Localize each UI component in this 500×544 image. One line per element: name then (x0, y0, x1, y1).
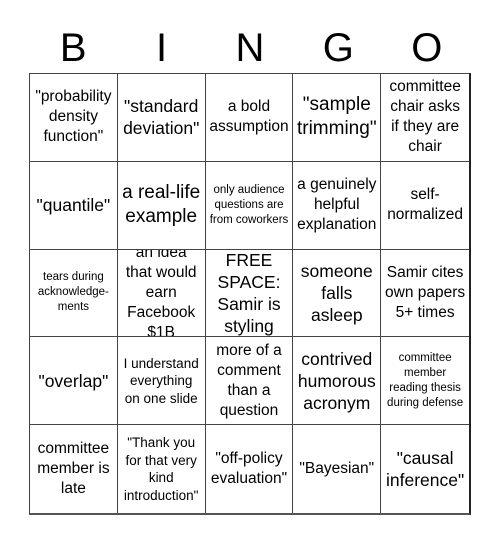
cell-text: only audience questions are from coworke… (209, 183, 289, 226)
header-letter-i: I (156, 26, 168, 70)
bingo-cell[interactable]: "overlap" (30, 337, 118, 426)
bingo-cell[interactable]: a genuinely helpful explanation (293, 161, 382, 250)
cell-text: "Thank you for that very kind introducti… (123, 435, 199, 503)
cell-text: "quantile" (36, 195, 111, 216)
bingo-cell[interactable]: an idea that would earn Facebook $1B (117, 249, 206, 338)
bingo-cell[interactable]: Samir cites own papers 5+ times (381, 250, 469, 338)
header-letter-g: G (322, 26, 354, 70)
header-letter-o: O (411, 26, 443, 70)
bingo-cell[interactable]: committee chair asks if they are chair (381, 74, 469, 162)
bingo-cell[interactable]: "quantile" (30, 161, 118, 250)
bingo-cell[interactable]: only audience questions are from coworke… (205, 161, 294, 250)
cell-text: "causal inference" (385, 448, 465, 491)
cell-text: an idea that would earn Facebook $1B (125, 249, 197, 338)
bingo-cell[interactable]: a bold assumption (205, 74, 294, 162)
cell-text: self-normalized (387, 186, 463, 224)
bingo-header: B I N G O (29, 26, 471, 70)
bingo-cell[interactable]: "Bayesian" (293, 425, 382, 513)
cell-text: tears during acknowledge-ments (37, 271, 109, 314)
cell-text: contrived humorous acronym (297, 348, 376, 413)
cell-text: "sample trimming" (296, 94, 377, 140)
cell-text: committee chair asks if they are chair (389, 78, 461, 156)
cell-text: a bold assumption (209, 98, 289, 136)
bingo-cell[interactable]: "sample trimming" (293, 74, 382, 162)
cell-text: a genuinely helpful explanation (297, 176, 377, 234)
cell-text: "overlap" (38, 370, 109, 391)
bingo-board: "probability density function" "standard… (29, 73, 471, 515)
header-letter-b: B (59, 26, 87, 70)
bingo-cell[interactable]: contrived humorous acronym (293, 337, 382, 426)
cell-text: someone falls asleep (300, 260, 373, 325)
cell-text: a real-life example (122, 182, 201, 228)
bingo-cell[interactable]: committee member reading thesis during d… (381, 337, 469, 426)
bingo-cell[interactable]: committee member is late (30, 425, 118, 513)
free-space-cell[interactable]: FREE SPACE: Samir is styling (205, 249, 294, 338)
bingo-cell[interactable]: I understand everything on one slide (117, 337, 206, 426)
bingo-cell[interactable]: "standard deviation" (117, 74, 206, 162)
cell-text: "Bayesian" (299, 460, 375, 478)
bingo-cell[interactable]: a real-life example (117, 161, 206, 250)
bingo-cell[interactable]: "probability density function" (30, 74, 118, 162)
cell-text: Samir cites own papers 5+ times (385, 263, 466, 321)
cell-text: committee member reading thesis during d… (387, 351, 464, 409)
cell-text: I understand everything on one slide (123, 355, 199, 406)
cell-text: committee member is late (37, 440, 110, 498)
cell-text: "off-policy evaluation" (210, 450, 288, 488)
bingo-cell[interactable]: more of a comment than a question (205, 337, 294, 426)
header-letter-n: N (235, 26, 265, 70)
cell-text: more of a comment than a question (216, 341, 282, 419)
bingo-cell[interactable]: self-normalized (381, 162, 469, 250)
bingo-cell[interactable]: someone falls asleep (293, 249, 382, 338)
bingo-cell[interactable]: "off-policy evaluation" (206, 425, 294, 513)
cell-text: "probability density function" (35, 88, 112, 146)
bingo-cell[interactable]: tears during acknowledge-ments (30, 249, 118, 338)
bingo-cell[interactable]: "causal inference" (381, 425, 469, 513)
bingo-cell[interactable]: "Thank you for that very kind introducti… (118, 425, 206, 513)
cell-text: "standard deviation" (123, 96, 200, 139)
cell-text: FREE SPACE: Samir is styling (217, 250, 281, 336)
